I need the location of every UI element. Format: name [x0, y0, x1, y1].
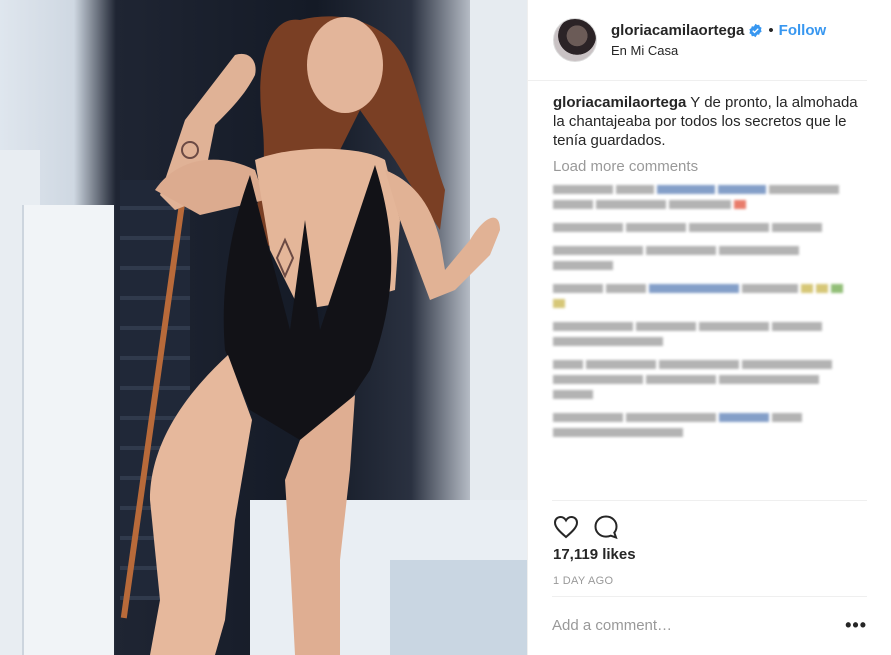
photo-person — [150, 16, 500, 655]
comment-row — [553, 299, 869, 308]
comment-row — [553, 375, 869, 384]
post-timestamp[interactable]: 1 DAY AGO — [553, 575, 613, 587]
comment-row — [553, 413, 869, 422]
speech-bubble-icon[interactable] — [592, 513, 620, 541]
comment-row — [553, 428, 869, 437]
comment-row — [553, 200, 869, 209]
instagram-post: gloriacamilaortega • Follow En Mi Casa g… — [0, 0, 891, 655]
post-header: gloriacamilaortega • Follow En Mi Casa — [528, 0, 867, 81]
post-actions — [552, 500, 867, 541]
like-count[interactable]: 17,119 likes — [553, 546, 636, 563]
avatar[interactable] — [553, 18, 597, 62]
header-separator: • — [768, 22, 774, 39]
comments-section: gloriacamilaortega Y de pronto, la almoh… — [553, 93, 869, 437]
heart-icon[interactable] — [552, 513, 580, 541]
username-link[interactable]: gloriacamilaortega — [611, 22, 744, 39]
comment-row — [553, 185, 869, 194]
verified-badge-icon — [749, 23, 762, 38]
comment-row — [553, 360, 869, 369]
caption: gloriacamilaortega Y de pronto, la almoh… — [553, 93, 869, 150]
comment-row — [553, 261, 869, 270]
obscured-comments — [553, 185, 869, 437]
location-link[interactable]: En Mi Casa — [611, 43, 826, 58]
comment-row — [553, 223, 869, 232]
comment-row — [553, 337, 869, 346]
comment-bar: Add a comment… ••• — [552, 596, 867, 654]
comment-row — [553, 390, 869, 399]
comment-row — [553, 322, 869, 331]
post-sidebar: gloriacamilaortega • Follow En Mi Casa g… — [527, 0, 891, 655]
follow-button[interactable]: Follow — [779, 22, 827, 39]
load-more-comments-button[interactable]: Load more comments — [553, 158, 869, 175]
caption-username[interactable]: gloriacamilaortega — [553, 94, 686, 111]
comment-row — [553, 246, 869, 255]
post-photo[interactable] — [0, 0, 527, 655]
more-options-button[interactable]: ••• — [845, 615, 867, 636]
comment-row — [553, 284, 869, 293]
comment-input[interactable]: Add a comment… — [552, 617, 672, 634]
